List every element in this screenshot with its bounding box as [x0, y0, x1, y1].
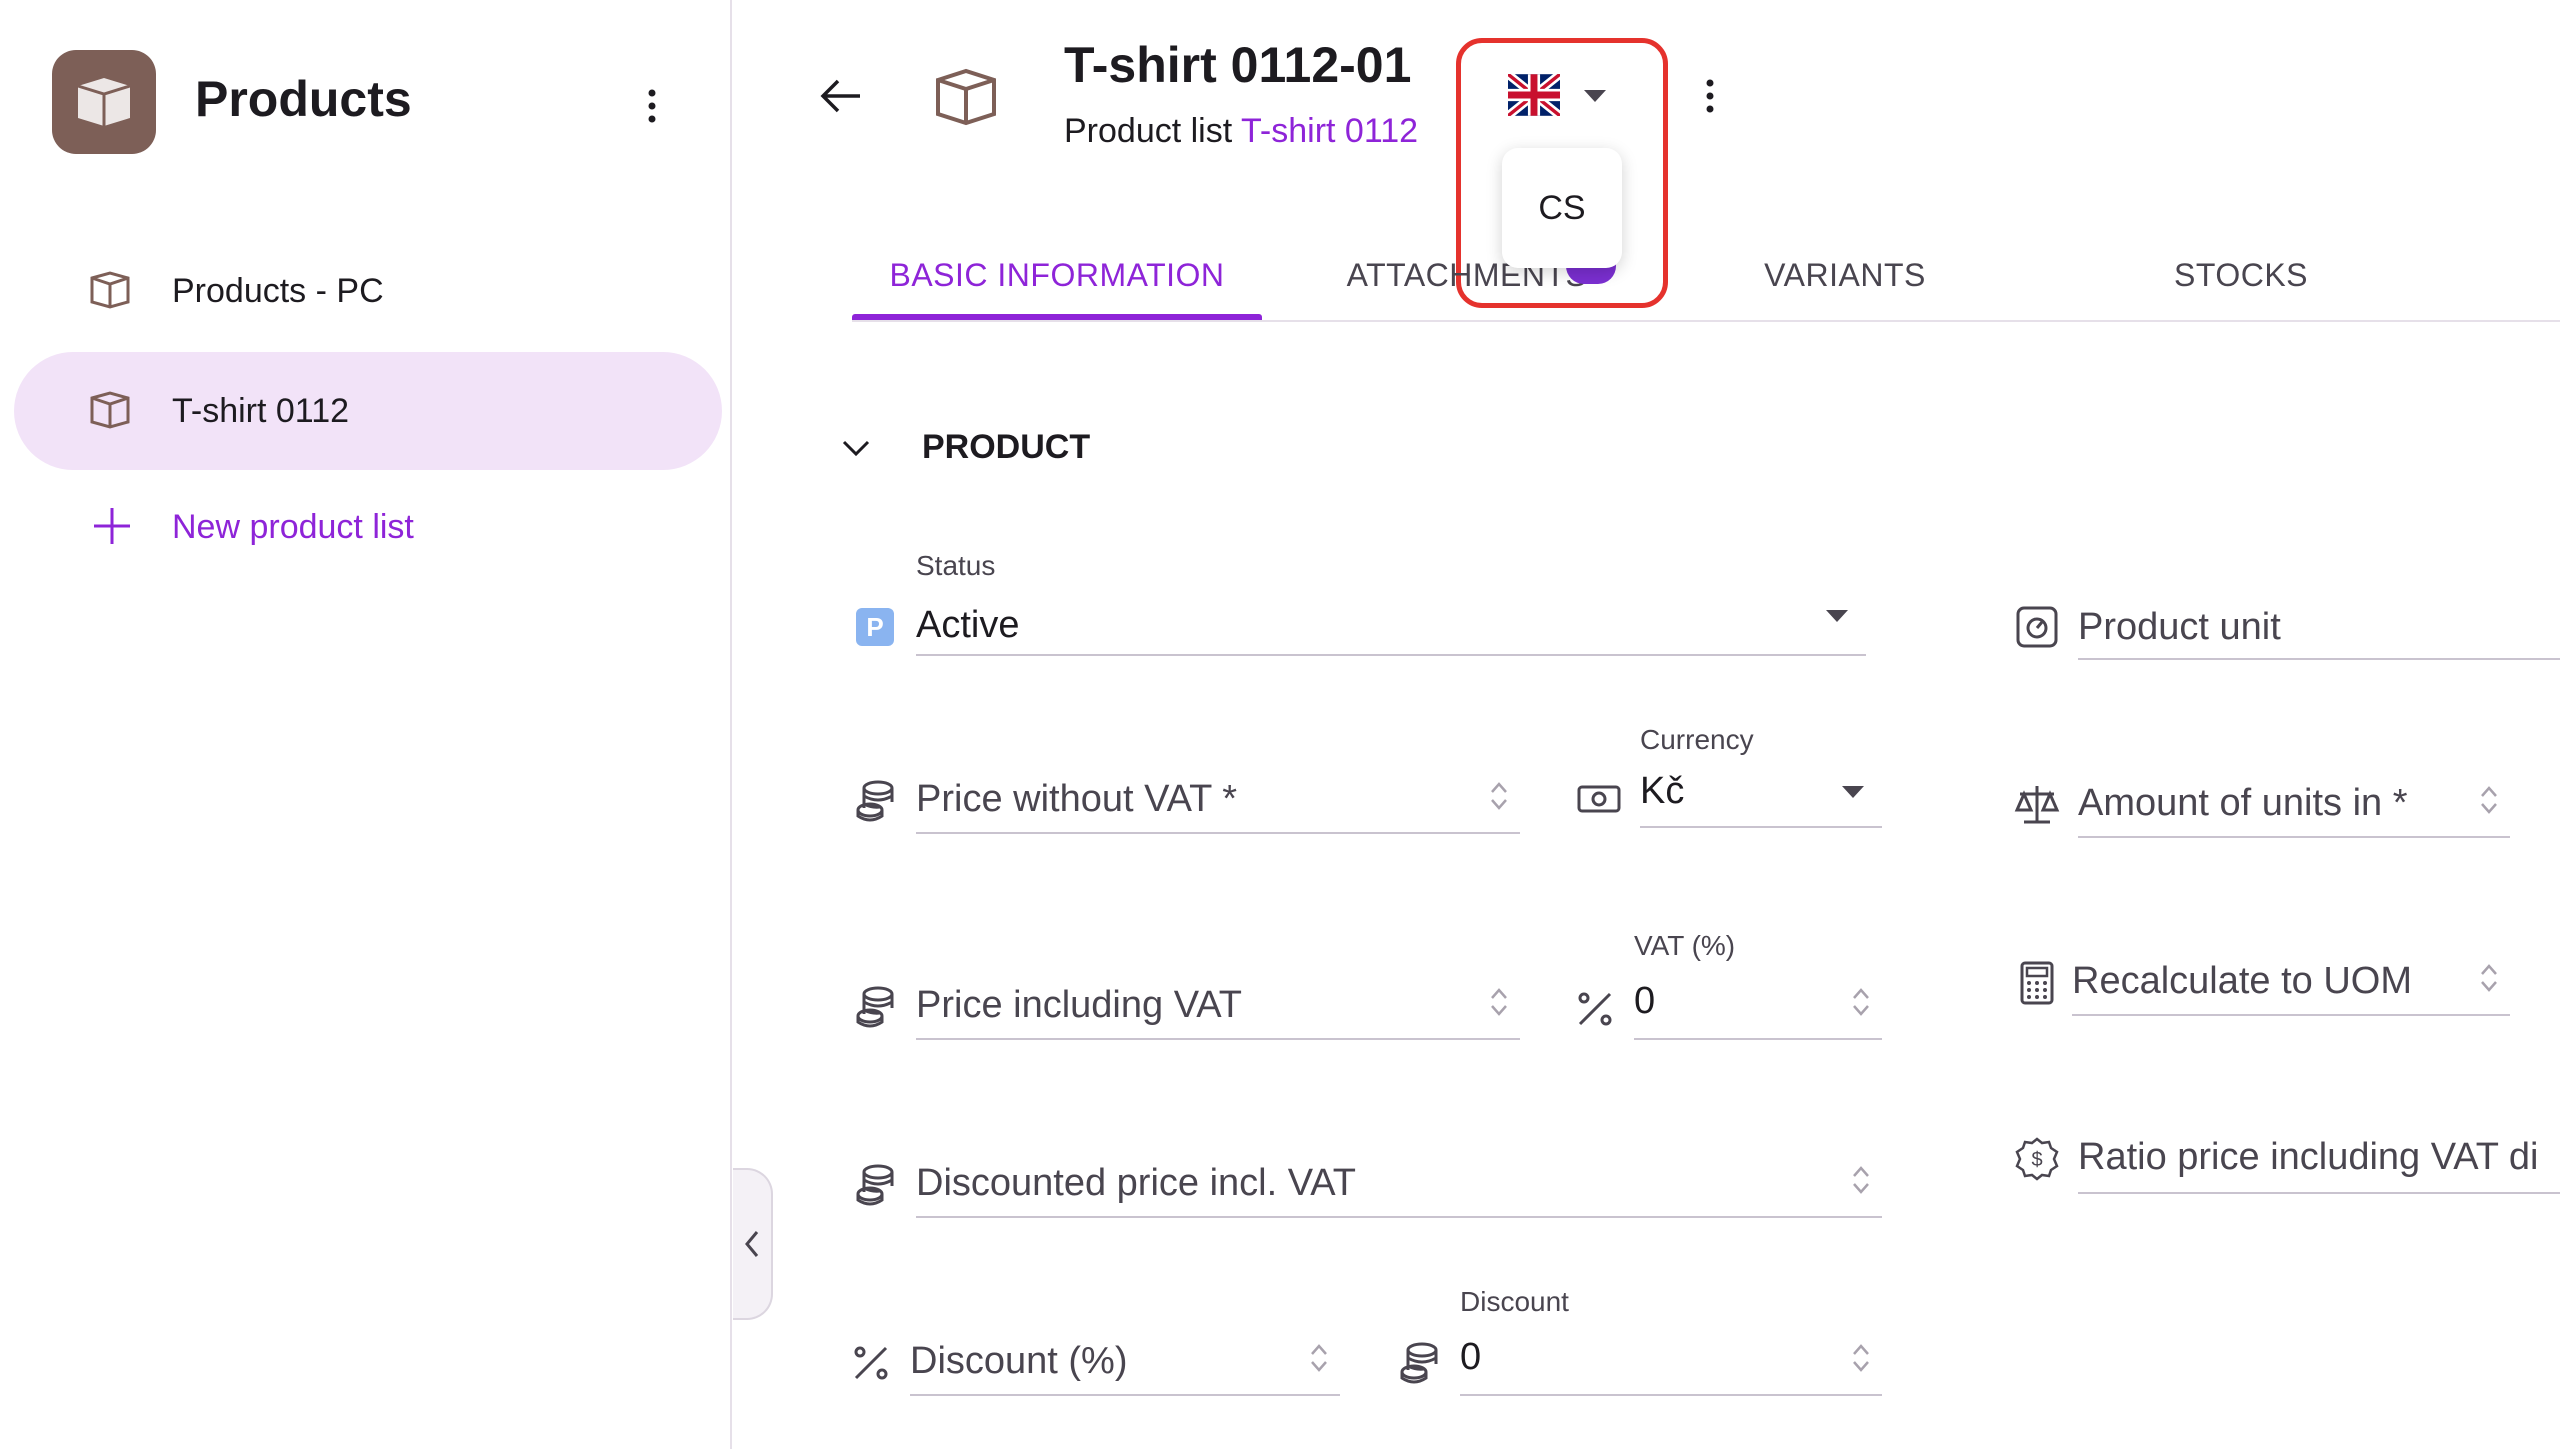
price-without-vat-underline — [916, 832, 1520, 834]
discount-percent-underline — [910, 1394, 1340, 1396]
sidebar-more-menu-icon[interactable] — [622, 76, 682, 136]
section-title: PRODUCT — [922, 428, 1091, 466]
discount-label: Discount — [1460, 1286, 1569, 1317]
tab-basic-information[interactable]: BASIC INFORMATION — [852, 230, 1262, 320]
product-unit-underline — [2078, 658, 2560, 660]
recalculate-uom-underline — [2072, 1014, 2510, 1016]
price-including-vat-input[interactable]: Price including VAT — [916, 984, 1242, 1027]
stepper-icon[interactable] — [1850, 1160, 1872, 1200]
status-dropdown-caret-icon[interactable] — [1826, 610, 1848, 622]
ratio-price-underline — [2078, 1192, 2560, 1194]
coins-icon — [856, 780, 894, 822]
box-icon — [90, 391, 130, 429]
new-product-list-button[interactable]: New product list — [14, 468, 722, 586]
sidebar-item-products-pc[interactable]: Products - PC — [14, 232, 722, 350]
coins-icon — [856, 986, 894, 1028]
chevron-left-icon — [745, 1231, 759, 1257]
discounted-price-underline — [916, 1216, 1882, 1218]
status-underline — [916, 654, 1866, 656]
product-title: T-shirt 0112-01 — [1064, 37, 1412, 93]
currency-select[interactable]: Kč — [1640, 770, 1684, 813]
product-list-link[interactable]: T-shirt 0112 — [1241, 112, 1418, 150]
language-option-cs[interactable]: CS — [1502, 148, 1622, 268]
recalculate-uom-input[interactable]: Recalculate to UOM — [2072, 960, 2412, 1003]
status-badge: P — [856, 608, 894, 646]
new-product-list-label: New product list — [172, 508, 414, 546]
stepper-icon[interactable] — [1850, 1338, 1872, 1378]
more-options-icon[interactable] — [1680, 66, 1740, 126]
app-title: Products — [195, 71, 412, 127]
coins-icon — [1400, 1342, 1438, 1384]
amount-of-units-underline — [2078, 836, 2510, 838]
stepper-icon[interactable] — [1488, 776, 1510, 816]
product-box-icon — [930, 66, 1002, 126]
language-dropdown-caret-icon[interactable] — [1584, 90, 1606, 102]
vat-label: VAT (%) — [1634, 930, 1736, 961]
vat-input[interactable]: 0 — [1634, 980, 1655, 1023]
products-app-icon — [52, 50, 156, 154]
balance-scale-icon — [2014, 786, 2060, 824]
stepper-icon[interactable] — [1488, 982, 1510, 1022]
back-arrow-icon[interactable] — [812, 66, 872, 126]
sidebar: Products Products - PC T-shirt 0112 New … — [0, 0, 732, 1449]
amount-of-units-input[interactable]: Amount of units in * — [2078, 782, 2408, 825]
ratio-price-input[interactable]: Ratio price including VAT di — [2078, 1136, 2560, 1179]
status-select[interactable]: Active — [916, 604, 1019, 647]
status-label: Status — [916, 550, 996, 581]
box-icon — [90, 271, 130, 309]
chevron-down-icon[interactable] — [836, 428, 876, 468]
uk-flag-icon[interactable] — [1505, 70, 1563, 120]
percent-icon — [1578, 992, 1612, 1026]
percent-icon — [854, 1346, 888, 1380]
sidebar-item-label: T-shirt 0112 — [172, 391, 350, 430]
currency-underline — [1640, 826, 1882, 828]
price-without-vat-input[interactable]: Price without VAT * — [916, 778, 1237, 821]
collapse-sidebar-button[interactable] — [733, 1168, 773, 1320]
vat-underline — [1634, 1038, 1882, 1040]
calculator-icon — [2020, 961, 2054, 1005]
scale-icon — [2016, 606, 2058, 648]
product-unit-field[interactable]: Product unit — [2078, 606, 2281, 649]
currency-label: Currency — [1640, 724, 1754, 755]
product-breadcrumb: Product list T-shirt 0112 — [1064, 112, 1418, 151]
banknote-icon — [1577, 785, 1621, 813]
discounted-price-input[interactable]: Discounted price incl. VAT — [916, 1162, 1356, 1205]
sidebar-item-tshirt-0112[interactable]: T-shirt 0112 — [14, 352, 722, 470]
price-including-vat-underline — [916, 1038, 1520, 1040]
discount-percent-input[interactable]: Discount (%) — [910, 1340, 1128, 1383]
stepper-icon[interactable] — [1308, 1338, 1330, 1378]
stepper-icon[interactable] — [2478, 958, 2500, 998]
dollar-badge-icon: $ — [2015, 1137, 2059, 1181]
plus-icon — [94, 508, 130, 544]
sidebar-item-label: Products - PC — [172, 271, 384, 310]
discount-input[interactable]: 0 — [1460, 1336, 1481, 1379]
stepper-icon[interactable] — [1850, 982, 1872, 1022]
active-tab-indicator — [852, 314, 1262, 320]
tab-variants[interactable]: VARIANTS — [1640, 230, 2050, 320]
discount-underline — [1460, 1394, 1882, 1396]
svg-text:$: $ — [2031, 1149, 2042, 1171]
stepper-icon[interactable] — [2478, 780, 2500, 820]
breadcrumb-prefix: Product list — [1064, 112, 1233, 150]
currency-dropdown-caret-icon[interactable] — [1842, 786, 1864, 798]
tab-stocks[interactable]: STOCKS — [2036, 230, 2446, 320]
coins-icon — [856, 1164, 894, 1206]
